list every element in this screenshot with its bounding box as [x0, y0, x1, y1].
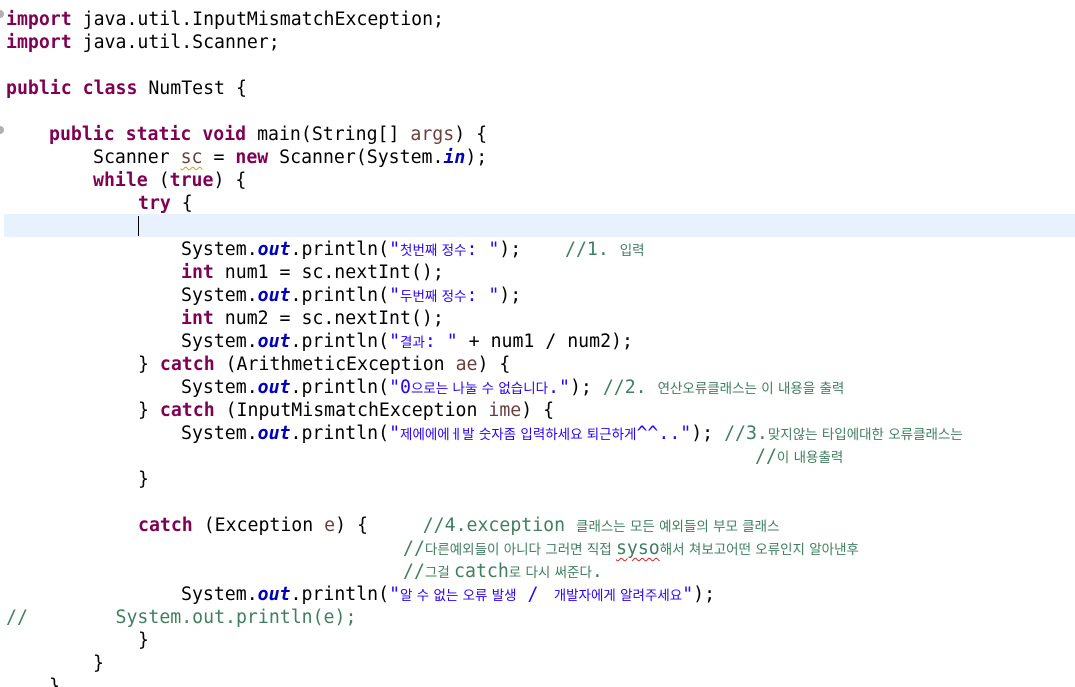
code-line-class-declaration: public class NumTest {: [6, 78, 247, 99]
code-line-catch-inputmismatch: } catch (InputMismatchException ime) {: [138, 400, 555, 421]
code-line-print-unknown-error: System.out.println("알 수 없는 오류 발생 / 개발자에게…: [181, 584, 716, 605]
code-line-int-num1: int num1 = sc.nextInt();: [181, 262, 444, 283]
code-line-catch-exception: catch (Exception e) { //4.exception 클래스는…: [138, 515, 780, 536]
code-line-comment-catch: //그걸 catch로 다시 써준다.: [403, 561, 603, 582]
code-line-while: while (true) {: [93, 170, 247, 191]
code-line-main-method: public static void main(String[] args) {: [49, 124, 488, 145]
code-line-close-main: }: [49, 676, 60, 687]
code-line-print-result: System.out.println("결과: " + num1 / num2)…: [181, 331, 633, 352]
code-line-commented-print: // System.out.println(e);: [6, 607, 357, 628]
fold-marker-icon[interactable]: [0, 126, 4, 134]
code-line-import-scanner: import java.util.Scanner;: [6, 32, 280, 53]
code-line-catch-arithmetic: } catch (ArithmeticException ae) {: [138, 354, 511, 375]
code-line-comment-syso: //다른예외들이 아니다 그러면 직접 syso해서 쳐보고어떤 오류인지 알아…: [403, 538, 859, 559]
code-line-close-while: }: [93, 653, 104, 674]
code-line-close-brace: }: [138, 469, 149, 490]
code-line-print-second: System.out.println("두번째 정수: ");: [181, 285, 522, 306]
code-line-comment-continued: //이 내용출력: [755, 446, 844, 467]
code-editor[interactable]: import java.util.InputMismatchException;…: [0, 0, 1075, 687]
code-line-print-type-error: System.out.println("제에에에ㅔ발 숫자좀 입력하세요 퇴근하…: [181, 423, 963, 444]
text-cursor: [138, 216, 139, 236]
code-line-print-first: System.out.println("첫번째 정수: "); //1. 입력: [181, 239, 645, 260]
code-line-print-divide-error: System.out.println("0으로는 나눌 수 없습니다."); /…: [181, 377, 845, 398]
code-line-import-inputmismatch: import java.util.InputMismatchException;: [6, 9, 444, 30]
code-line-scanner-init: Scanner sc = new Scanner(System.in);: [93, 147, 488, 168]
code-line-try: try {: [138, 193, 193, 214]
code-line-int-num2: int num2 = sc.nextInt();: [181, 308, 444, 329]
current-line-highlight: [4, 214, 1075, 237]
fold-marker-icon[interactable]: [0, 10, 4, 18]
code-line-close-catch: }: [138, 630, 149, 651]
